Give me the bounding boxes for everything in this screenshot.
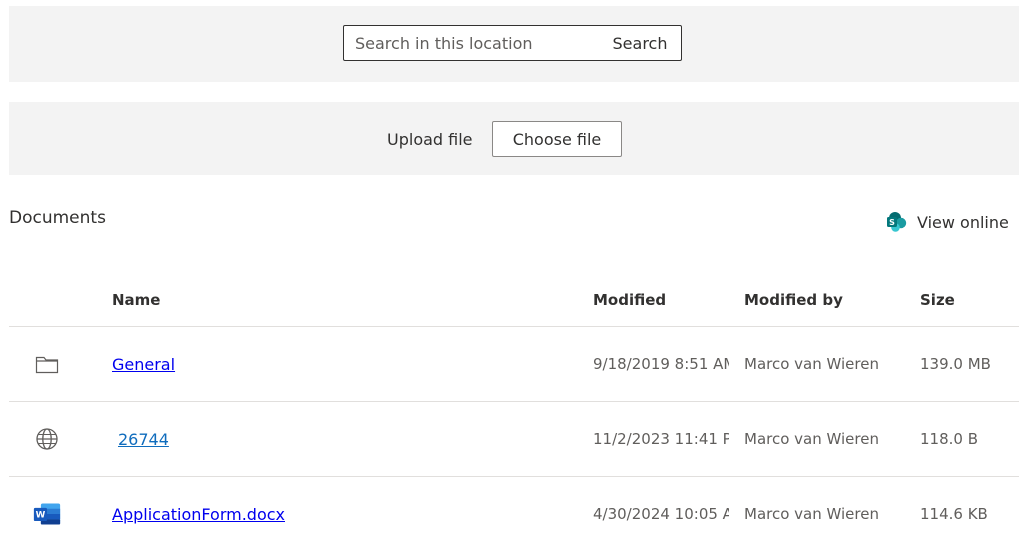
documents-table: Name Modified Modified by Size General 9… — [9, 270, 1019, 551]
file-name-link[interactable]: 26744 — [118, 430, 169, 449]
sharepoint-icon: S — [886, 211, 908, 233]
globe-icon — [33, 425, 61, 453]
file-name-link[interactable]: General — [112, 355, 175, 374]
modified-date: 4/30/2024 10:05 AM — [593, 505, 729, 523]
table-row: General 9/18/2019 8:51 AM Marco van Wier… — [9, 327, 1019, 402]
modified-by: Marco van Wieren — [744, 430, 879, 448]
column-header-modified-by[interactable]: Modified by — [744, 270, 914, 328]
column-header-name[interactable]: Name — [112, 270, 572, 328]
file-size: 114.6 KB — [920, 505, 988, 523]
search-box: Search — [343, 25, 682, 61]
svg-text:S: S — [889, 218, 895, 227]
search-panel: Search — [9, 6, 1019, 82]
search-input[interactable] — [344, 26, 594, 60]
table-row: W ApplicationForm.docx 4/30/2024 10:05 A… — [9, 477, 1019, 551]
view-online-link[interactable]: S View online — [886, 210, 1009, 234]
column-header-modified[interactable]: Modified — [593, 270, 729, 328]
modified-by: Marco van Wieren — [744, 355, 879, 373]
folder-icon — [33, 350, 61, 378]
svg-text:W: W — [36, 511, 46, 521]
modified-date: 11/2/2023 11:41 PM — [593, 430, 729, 448]
modified-by: Marco van Wieren — [744, 505, 879, 523]
upload-panel: Upload file Choose file — [9, 102, 1019, 175]
search-button[interactable]: Search — [599, 26, 681, 60]
file-size: 139.0 MB — [920, 355, 991, 373]
word-document-icon: W — [33, 500, 61, 528]
table-row: 26744 11/2/2023 11:41 PM Marco van Wiere… — [9, 402, 1019, 477]
file-name-link[interactable]: ApplicationForm.docx — [112, 505, 285, 524]
choose-file-button[interactable]: Choose file — [492, 121, 622, 157]
column-header-size[interactable]: Size — [920, 270, 1016, 328]
table-header: Name Modified Modified by Size — [9, 270, 1019, 327]
documents-title: Documents — [9, 208, 106, 228]
view-online-label: View online — [917, 212, 1009, 232]
modified-date: 9/18/2019 8:51 AM — [593, 355, 729, 373]
upload-file-label: Upload file — [387, 130, 473, 149]
file-size: 118.0 B — [920, 430, 979, 448]
